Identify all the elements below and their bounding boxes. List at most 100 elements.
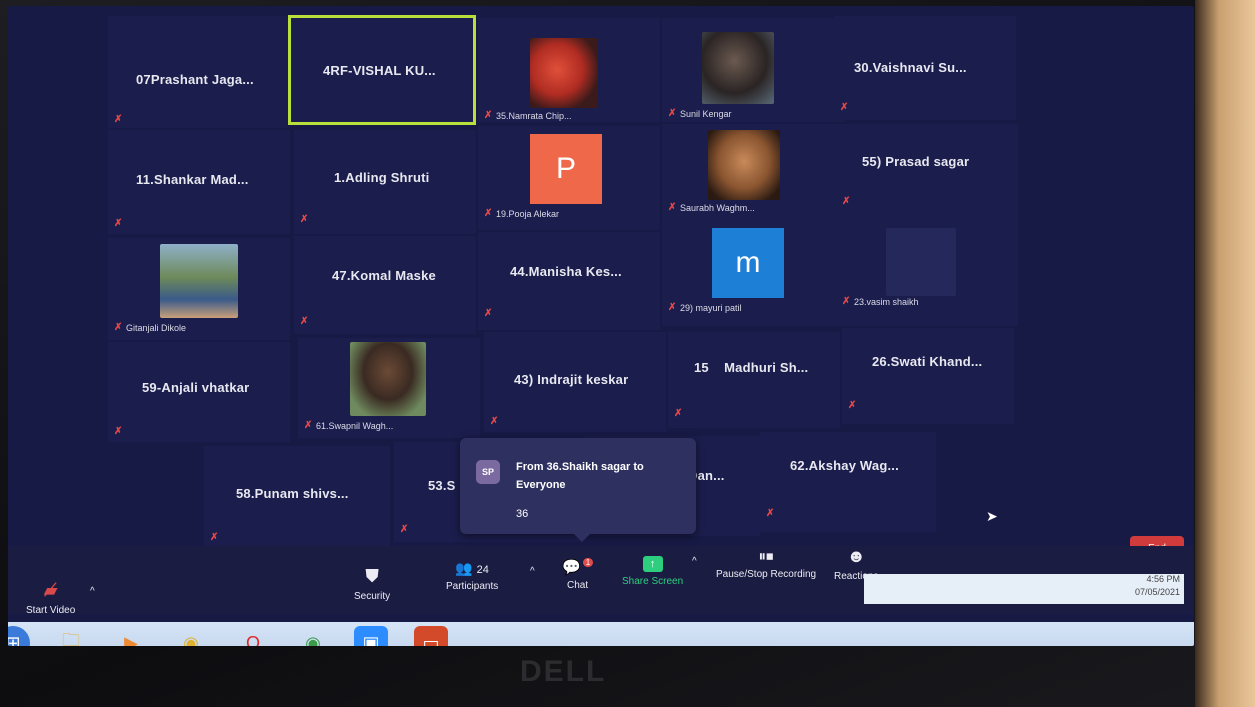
participant-name: 11.Shankar Mad... <box>136 172 249 187</box>
participant-tile[interactable]: ✗ Saurabh Waghm... <box>662 124 844 228</box>
muted-mic-icon: ✗ <box>490 416 499 427</box>
participant-name: 23.vasim shaikh <box>854 297 919 307</box>
recording-label: Pause/Stop Recording <box>716 569 817 580</box>
participant-tile[interactable]: 15 Madhuri Sh... ✗ <box>668 332 840 428</box>
participant-name: 29) mayuri patil <box>680 303 742 313</box>
muted-mic-icon: ✗ <box>484 308 493 319</box>
muted-mic-icon: ✗ <box>484 110 493 121</box>
mouse-cursor-icon: ➤ <box>986 508 998 524</box>
muted-mic-icon: ✗ <box>766 508 775 519</box>
participant-name: 55) Prasad sagar <box>862 154 970 169</box>
muted-mic-icon: ✗ <box>300 214 309 225</box>
participant-tile[interactable]: 43) Indrajit keskar ✗ <box>484 332 666 432</box>
participant-tile[interactable]: 58.Punam shivs... ✗ <box>204 446 390 546</box>
windows-taskbar: ⊞ 🗀 ▶ ◉ O ◉ ▣ ▭ <box>8 622 1194 646</box>
background-wall <box>1195 0 1255 707</box>
media-player-icon[interactable]: ▶ <box>114 626 148 647</box>
participant-tile[interactable]: 62.Akshay Wag... ✗ <box>760 432 936 532</box>
participant-name: 43) Indrajit keskar <box>514 372 629 387</box>
video-options-chevron-icon[interactable]: ^ <box>90 586 95 597</box>
participant-name: 47.Komal Maske <box>332 268 436 283</box>
muted-mic-icon: ✗ <box>210 532 219 543</box>
participants-label: Participants <box>446 581 499 592</box>
system-clock[interactable]: 4:56 PM 07/05/2021 <box>1135 573 1180 599</box>
muted-mic-icon: ✗ <box>848 400 857 411</box>
avatar-letter: P <box>530 134 602 204</box>
participant-tile-active-speaker[interactable]: 4RF-VISHAL KU... <box>288 15 476 125</box>
dell-logo: DELL <box>520 655 607 688</box>
start-orb-icon[interactable]: ⊞ <box>8 626 30 646</box>
muted-mic-icon: ✗ <box>114 426 123 437</box>
participant-tile[interactable]: ✗ Sunil Kengar <box>662 18 844 122</box>
start-video-label: Start Video <box>26 605 76 616</box>
share-screen-label: Share Screen <box>622 576 684 587</box>
participant-tile[interactable]: 47.Komal Maske ✗ <box>294 236 476 334</box>
participant-tile[interactable]: 44.Manisha Kes... ✗ <box>478 232 660 330</box>
chat-notification-message: 36 <box>516 508 529 520</box>
participant-name: 19.Pooja Alekar <box>496 209 560 219</box>
muted-mic-icon: ✗ <box>484 208 493 219</box>
muted-mic-icon: ✗ <box>840 102 849 113</box>
security-button[interactable]: ⛊ Security <box>354 566 390 602</box>
participant-name: 30.Vaishnavi Su... <box>854 60 967 75</box>
sender-avatar: SP <box>476 460 500 484</box>
muted-mic-icon: ✗ <box>114 218 123 229</box>
participant-name: 35.Namrata Chip... <box>496 111 572 121</box>
participant-tile[interactable]: 30.Vaishnavi Su... ✗ <box>834 16 1016 120</box>
participant-name: 59-Anjali vhatkar <box>142 380 250 395</box>
participants-count: 24 <box>476 564 489 576</box>
participant-tile[interactable]: 59-Anjali vhatkar ✗ <box>108 342 290 442</box>
chat-button[interactable]: 💬 1 Chat <box>562 558 594 591</box>
participants-icon: 👥 24 <box>455 560 489 576</box>
share-screen-button[interactable]: ↑ Share Screen <box>622 556 683 587</box>
participant-tile[interactable]: P ✗ 19.Pooja Alekar <box>478 126 660 230</box>
muted-mic-icon: ✗ <box>842 196 851 207</box>
muted-mic-icon: ✗ <box>300 316 309 327</box>
start-video-button[interactable]: ▰̸ Start Video <box>26 580 75 616</box>
profile-photo <box>708 130 780 200</box>
participant-tile[interactable]: 07Prashant Jaga... ✗ <box>108 16 290 128</box>
participants-button[interactable]: 👥 24 Participants <box>446 560 498 592</box>
muted-mic-icon: ✗ <box>114 322 123 333</box>
profile-photo <box>886 228 956 296</box>
pause-stop-icon: ⏸⏹ <box>758 548 774 565</box>
security-label: Security <box>354 591 391 602</box>
chat-icon: 💬 1 <box>562 558 594 576</box>
shield-icon: ⛊ <box>365 566 379 586</box>
clock-time: 4:56 PM <box>1146 574 1180 584</box>
muted-mic-icon: ✗ <box>842 296 851 307</box>
participants-options-chevron-icon[interactable]: ^ <box>530 566 535 577</box>
participant-tile[interactable]: m ✗ 29) mayuri patil <box>662 228 844 326</box>
muted-mic-icon: ✗ <box>400 524 409 535</box>
participant-name: 15 Madhuri Sh... <box>694 360 809 375</box>
participant-tile[interactable]: 55) Prasad sagar ✗ <box>836 124 1018 228</box>
participant-name: Sunil Kengar <box>680 109 732 119</box>
participant-name: 44.Manisha Kes... <box>510 264 622 279</box>
zoom-app-icon[interactable]: ▣ <box>354 626 388 646</box>
chrome-icon-2[interactable]: ◉ <box>296 626 330 647</box>
zoom-screen: 07Prashant Jaga... ✗ 4RF-VISHAL KU... ✗ … <box>8 6 1194 646</box>
profile-photo <box>350 342 426 416</box>
chat-unread-badge: 1 <box>582 558 594 567</box>
muted-mic-icon: ✗ <box>304 420 313 431</box>
smiley-plus-icon: ☻ <box>846 546 866 566</box>
pause-stop-recording-button[interactable]: ⏸⏹ Pause/Stop Recording <box>716 548 816 580</box>
participant-tile[interactable]: 1.Adling Shruti ✗ <box>294 130 476 234</box>
participant-tile[interactable]: ✗ Gitanjali Dikole <box>108 238 290 340</box>
chat-label: Chat <box>567 580 589 591</box>
profile-photo <box>160 244 238 318</box>
share-options-chevron-icon[interactable]: ^ <box>692 556 697 567</box>
participant-tile[interactable]: ✗ 35.Namrata Chip... <box>478 18 660 122</box>
participant-tile[interactable]: 26.Swati Khand... ✗ <box>842 328 1014 424</box>
muted-mic-icon: ✗ <box>114 114 123 125</box>
chrome-icon[interactable]: ◉ <box>174 626 208 647</box>
file-explorer-icon[interactable]: 🗀 <box>54 626 88 646</box>
presentation-app-icon[interactable]: ▭ <box>414 626 448 646</box>
participant-tile[interactable]: 11.Shankar Mad... ✗ <box>108 130 290 234</box>
participant-tile[interactable]: ✗ 61.Swapnil Wagh... <box>298 338 480 438</box>
muted-mic-icon: ✗ <box>674 408 683 419</box>
participant-tile[interactable]: ✗ 23.vasim shaikh <box>836 228 1018 326</box>
share-screen-icon: ↑ <box>642 556 663 572</box>
opera-icon[interactable]: O <box>236 626 270 647</box>
chat-notification[interactable]: SP From 36.Shaikh sagar to Everyone 36 <box>460 438 696 542</box>
